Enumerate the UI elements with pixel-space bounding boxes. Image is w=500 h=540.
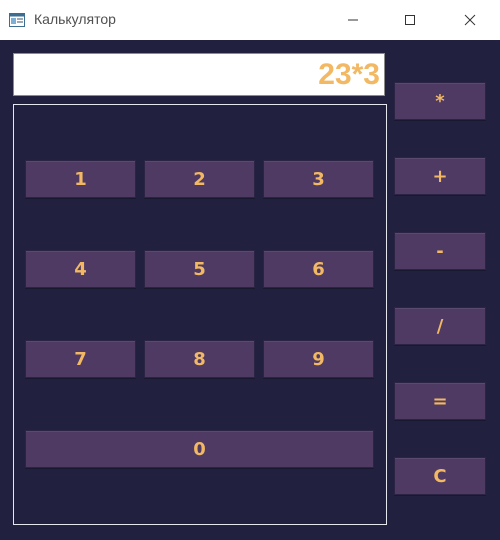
key-7[interactable]: 7	[25, 340, 136, 378]
clear-button[interactable]: C	[394, 457, 486, 495]
key-4[interactable]: 4	[25, 250, 136, 288]
title-bar[interactable]: Калькулятор	[0, 0, 500, 40]
result-display[interactable]: 23*3	[13, 53, 385, 96]
close-button[interactable]	[447, 0, 493, 40]
plus-button[interactable]: +	[394, 157, 486, 195]
key-6[interactable]: 6	[263, 250, 374, 288]
equals-button[interactable]: =	[394, 382, 486, 420]
key-3[interactable]: 3	[263, 160, 374, 198]
maximize-button[interactable]	[387, 0, 433, 40]
app-window-icon	[9, 12, 25, 28]
window-title: Калькулятор	[34, 11, 116, 27]
minimize-icon	[347, 14, 359, 26]
calculator-window: Калькулятор 23*3 1 2 3 4 5 6 7 8 9 0 * +…	[0, 0, 500, 540]
minimize-button[interactable]	[330, 0, 376, 40]
divide-button[interactable]: /	[394, 307, 486, 345]
close-icon	[464, 14, 476, 26]
key-1[interactable]: 1	[25, 160, 136, 198]
minus-button[interactable]: -	[394, 232, 486, 270]
multiply-button[interactable]: *	[394, 82, 486, 120]
key-9[interactable]: 9	[263, 340, 374, 378]
key-5[interactable]: 5	[144, 250, 255, 288]
display-value: 23*3	[318, 58, 380, 91]
maximize-icon	[404, 14, 416, 26]
key-2[interactable]: 2	[144, 160, 255, 198]
key-8[interactable]: 8	[144, 340, 255, 378]
key-0[interactable]: 0	[25, 430, 374, 468]
